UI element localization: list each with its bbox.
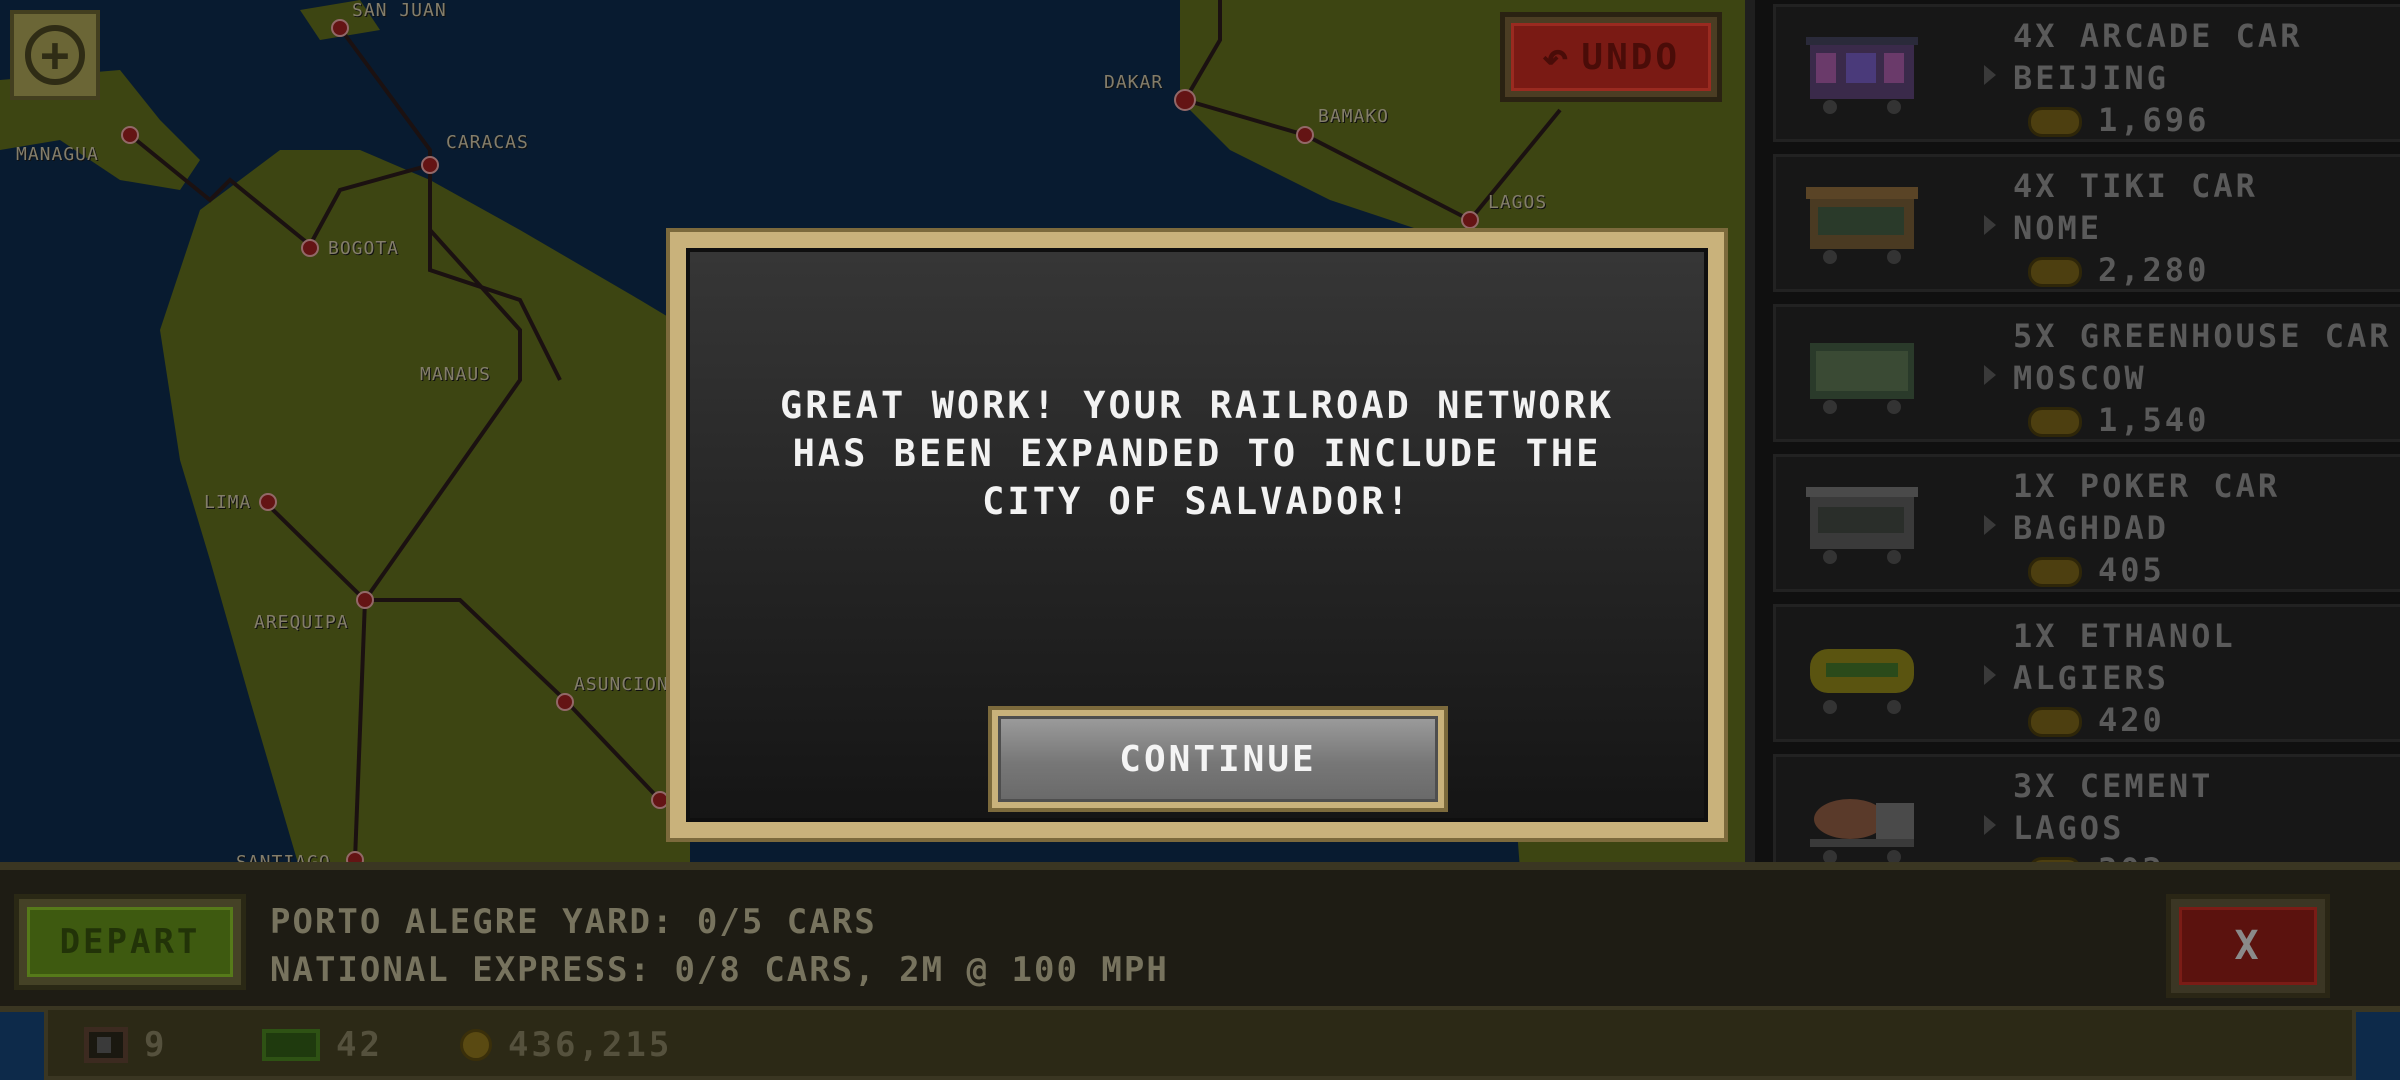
car-price: 1,540: [2098, 401, 2210, 439]
coin-icon: [2028, 257, 2082, 287]
depart-button[interactable]: DEPART: [14, 894, 246, 990]
continue-label: CONTINUE: [998, 716, 1438, 802]
car-destination: LAGOS: [2013, 809, 2125, 847]
coin-icon: [2028, 557, 2082, 587]
close-label: X: [2179, 907, 2317, 985]
close-button[interactable]: X: [2166, 894, 2330, 998]
car-name: 1X POKER CAR: [2013, 467, 2281, 505]
car-destination: BAGHDAD: [2013, 509, 2169, 547]
coin-total: 436,215: [508, 1025, 673, 1065]
train-status: NATIONAL EXPRESS: 0/8 CARS, 2M @ 100 MPH: [270, 950, 1169, 990]
car-price: 420: [2098, 701, 2165, 739]
chevron-right-icon: [1984, 515, 1996, 535]
coin-icon: [2028, 707, 2082, 737]
car-destination: BEIJING: [2013, 59, 2169, 97]
dialog-message-line: HAS BEEN EXPANDED TO INCLUDE THE: [792, 432, 1602, 475]
car-item[interactable]: 3X CEMENT LAGOS 302: [1773, 754, 2400, 870]
status-bar: 9 42 436,215: [44, 1006, 2356, 1080]
cement-car-icon: [1810, 799, 1914, 864]
car-name: 3X CEMENT: [2013, 767, 2214, 805]
coin-stat: 436,215: [460, 1020, 672, 1070]
car-name: 1X ETHANOL: [2013, 617, 2236, 655]
chevron-right-icon: [1984, 815, 1996, 835]
expansion-dialog: GREAT WORK! YOUR RAILROAD NETWORK HAS BE…: [666, 228, 1728, 842]
yard-status: PORTO ALEGRE YARD: 0/5 CARS: [270, 902, 877, 942]
zoom-in-button[interactable]: +: [10, 10, 100, 100]
car-name: 4X ARCADE CAR: [2013, 17, 2303, 55]
plus-icon: +: [25, 25, 85, 85]
car-list[interactable]: 4X ARCADE CAR BEIJING 1,696 4X TIKI CAR …: [1745, 0, 2400, 870]
poker-car-icon: [1806, 487, 1918, 564]
dialog-message-line: GREAT WORK! YOUR RAILROAD NETWORK: [779, 384, 1615, 427]
undo-label: UNDO: [1581, 36, 1681, 78]
train-panel: DEPART PORTO ALEGRE YARD: 0/5 CARS NATIO…: [0, 862, 2400, 1012]
undo-button[interactable]: ↶ UNDO: [1500, 12, 1722, 102]
car-destination: MOSCOW: [2013, 359, 2147, 397]
coin-icon: [2028, 407, 2082, 437]
chevron-right-icon: [1984, 365, 1996, 385]
cash-icon: [262, 1029, 320, 1061]
chevron-right-icon: [1984, 665, 1996, 685]
dialog-message-line: CITY OF SALVADOR!: [982, 480, 1412, 523]
dialog-message: GREAT WORK! YOUR RAILROAD NETWORK HAS BE…: [690, 382, 1704, 526]
car-price: 405: [2098, 551, 2165, 589]
box-stat: 9: [84, 1020, 167, 1070]
box-count: 9: [144, 1025, 168, 1065]
tiki-car-icon: [1806, 187, 1918, 264]
cash-count: 42: [336, 1025, 383, 1065]
chevron-right-icon: [1984, 65, 1996, 85]
car-destination: ALGIERS: [2013, 659, 2169, 697]
tanker-car-icon: [1810, 649, 1914, 714]
car-item[interactable]: 5X GREENHOUSE CAR MOSCOW 1,540: [1773, 304, 2400, 442]
car-item[interactable]: 4X TIKI CAR NOME 2,280: [1773, 154, 2400, 292]
coin-icon: [2028, 107, 2082, 137]
greenhouse-car-icon: [1810, 343, 1914, 414]
undo-arrow-icon: ↶: [1541, 31, 1572, 83]
box-icon: [84, 1027, 128, 1063]
car-item[interactable]: 1X ETHANOL ALGIERS 420: [1773, 604, 2400, 742]
cash-stat: 42: [262, 1020, 383, 1070]
continue-button[interactable]: CONTINUE: [988, 706, 1448, 812]
car-item[interactable]: 4X ARCADE CAR BEIJING 1,696: [1773, 4, 2400, 142]
car-name: 4X TIKI CAR: [2013, 167, 2258, 205]
coin-icon: [460, 1029, 492, 1061]
car-price: 2,280: [2098, 251, 2210, 289]
chevron-right-icon: [1984, 215, 1996, 235]
car-price: 1,696: [2098, 101, 2210, 139]
car-name: 5X GREENHOUSE CAR: [2013, 317, 2392, 355]
car-item[interactable]: 1X POKER CAR BAGHDAD 405: [1773, 454, 2400, 592]
arcade-car-icon: [1806, 37, 1918, 114]
depart-label: DEPART: [27, 907, 233, 977]
car-destination: NOME: [2013, 209, 2103, 247]
